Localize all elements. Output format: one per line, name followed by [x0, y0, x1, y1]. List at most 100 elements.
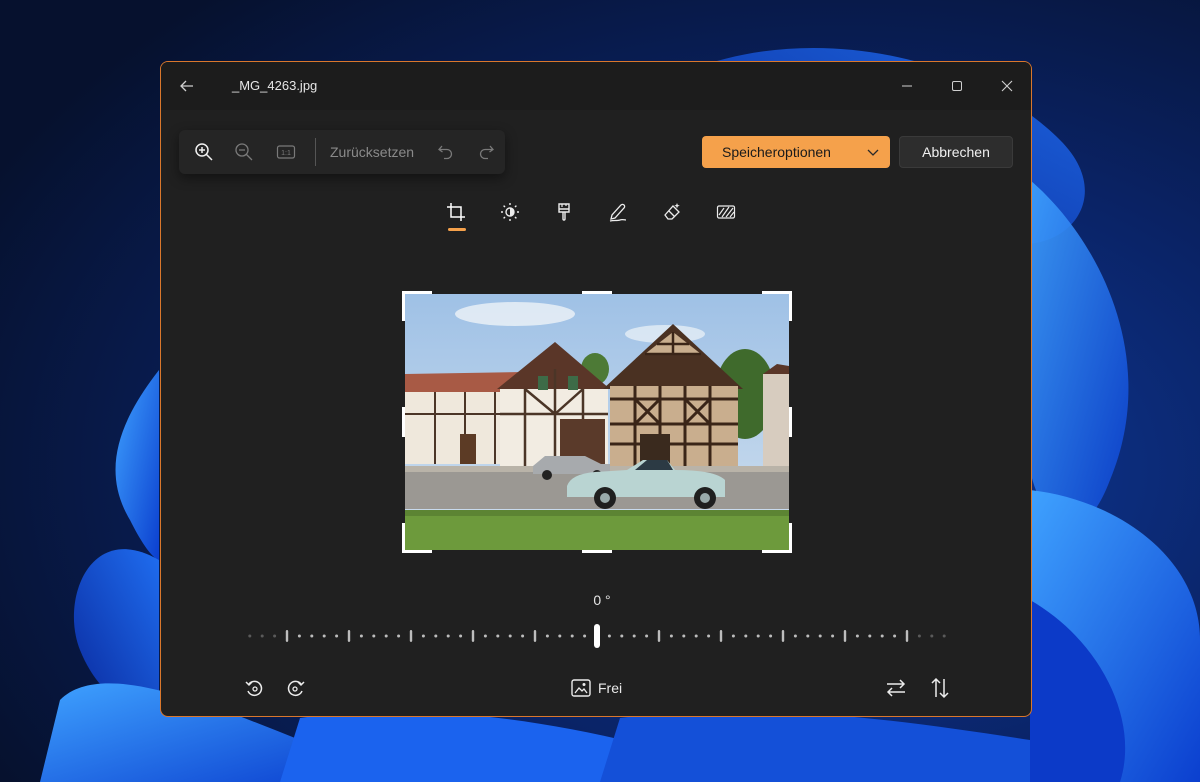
angle-readout: 0 °: [593, 592, 611, 608]
aspect-ratio-button[interactable]: Frei: [570, 674, 622, 702]
cancel-button[interactable]: Abbrechen: [899, 136, 1013, 168]
reset-button[interactable]: Zurücksetzen: [330, 144, 414, 160]
dial-minor-tick: [632, 634, 636, 638]
dial-minor-tick: [372, 634, 376, 638]
dial-minor-tick: [397, 634, 401, 638]
dial-minor-tick: [942, 634, 946, 638]
dial-major-tick: [409, 630, 413, 642]
crop-handle-bottom-right[interactable]: [762, 550, 792, 553]
minimize-icon: [902, 85, 912, 87]
dial-minor-tick: [806, 634, 810, 638]
crop-handle-right[interactable]: [789, 407, 792, 437]
dial-minor-tick: [248, 634, 252, 638]
pen-icon: [609, 203, 627, 222]
tab-crop[interactable]: [442, 198, 470, 226]
dial-minor-tick: [459, 634, 463, 638]
dial-minor-tick: [868, 634, 872, 638]
dial-minor-tick: [607, 634, 611, 638]
minimize-button[interactable]: [892, 72, 922, 100]
dial-minor-tick: [793, 634, 797, 638]
crop-handle-bottom-left-v[interactable]: [402, 523, 405, 553]
photo-editor-window: _MG_4263.jpg 1:1 Zurücksetzen Speicherop…: [160, 61, 1032, 717]
zoom-in-icon: [195, 143, 213, 161]
crop-handle-bottom-right-v[interactable]: [789, 523, 792, 553]
dial-minor-tick: [570, 634, 574, 638]
dial-minor-tick: [707, 634, 711, 638]
photo-image: [405, 294, 789, 550]
crop-handle-bottom-left[interactable]: [402, 550, 432, 553]
dial-minor-tick: [359, 634, 363, 638]
dial-minor-tick: [583, 634, 587, 638]
dial-minor-tick: [558, 634, 562, 638]
dial-major-tick: [533, 630, 537, 642]
dial-minor-tick: [831, 634, 835, 638]
dial-minor-tick: [669, 634, 673, 638]
crop-handle-top-left-v[interactable]: [402, 291, 405, 321]
dial-minor-tick: [446, 634, 450, 638]
crop-handle-top[interactable]: [582, 291, 612, 294]
redo-icon: [479, 145, 494, 160]
crop-handle-top-left[interactable]: [402, 291, 432, 294]
dial-minor-tick: [855, 634, 859, 638]
tab-filter[interactable]: [550, 198, 578, 226]
dial-minor-tick: [545, 634, 549, 638]
flip-vertical-icon: [931, 677, 949, 699]
actual-size-icon: 1:1: [276, 145, 296, 159]
save-options-label: Speicheroptionen: [722, 144, 831, 160]
rotate-right-button[interactable]: [282, 674, 310, 702]
dial-minor-tick: [322, 634, 326, 638]
back-button[interactable]: [175, 74, 199, 98]
tab-adjust[interactable]: [496, 198, 524, 226]
undo-button[interactable]: [433, 140, 459, 164]
dial-minor-tick: [620, 634, 624, 638]
svg-text:1:1: 1:1: [281, 150, 291, 157]
flip-vertical-button[interactable]: [926, 674, 954, 702]
dial-minor-tick: [880, 634, 884, 638]
tab-erase[interactable]: [658, 198, 686, 226]
dial-major-tick: [843, 630, 847, 642]
dial-minor-tick: [384, 634, 388, 638]
dial-minor-tick: [645, 634, 649, 638]
dial-minor-tick: [893, 634, 897, 638]
zoom-toolbar: 1:1 Zurücksetzen: [179, 130, 505, 174]
straighten-slider[interactable]: [237, 622, 957, 650]
dial-major-tick: [347, 630, 351, 642]
dial-major-tick: [905, 630, 909, 642]
title-bar: _MG_4263.jpg: [161, 62, 1031, 110]
file-name: _MG_4263.jpg: [232, 78, 318, 93]
maximize-button[interactable]: [942, 72, 972, 100]
dial-minor-tick: [682, 634, 686, 638]
dial-major-tick: [471, 630, 475, 642]
crop-handle-top-right-v[interactable]: [789, 291, 792, 321]
rotate-left-icon: [245, 680, 263, 697]
close-button[interactable]: [992, 72, 1022, 100]
zoom-out-icon: [235, 143, 253, 161]
dial-minor-tick: [917, 634, 921, 638]
dial-minor-tick: [335, 634, 339, 638]
crop-frame[interactable]: [402, 291, 792, 553]
zoom-out-button[interactable]: [231, 140, 257, 164]
tab-background[interactable]: [712, 198, 740, 226]
crop-handle-top-right[interactable]: [762, 291, 792, 294]
flip-horizontal-button[interactable]: [882, 674, 910, 702]
dial-minor-tick: [818, 634, 822, 638]
dial-major-tick: [719, 630, 723, 642]
actual-size-button[interactable]: 1:1: [273, 140, 299, 164]
dial-minor-tick: [744, 634, 748, 638]
chevron-down-icon: [867, 149, 879, 156]
tab-markup[interactable]: [604, 198, 632, 226]
dial-thumb[interactable]: [594, 624, 600, 648]
dial-minor-tick: [508, 634, 512, 638]
dial-minor-tick: [273, 634, 277, 638]
save-options-button[interactable]: Speicheroptionen: [702, 136, 890, 168]
dial-minor-tick: [769, 634, 773, 638]
rotate-right-icon: [287, 680, 305, 697]
crop-handle-left[interactable]: [402, 407, 405, 437]
rotate-left-button[interactable]: [240, 674, 268, 702]
zoom-in-button[interactable]: [191, 140, 217, 164]
dial-minor-tick: [260, 634, 264, 638]
crop-handle-bottom[interactable]: [582, 550, 612, 553]
toolbar-divider: [315, 138, 316, 166]
redo-button[interactable]: [473, 140, 499, 164]
dial-minor-tick: [297, 634, 301, 638]
